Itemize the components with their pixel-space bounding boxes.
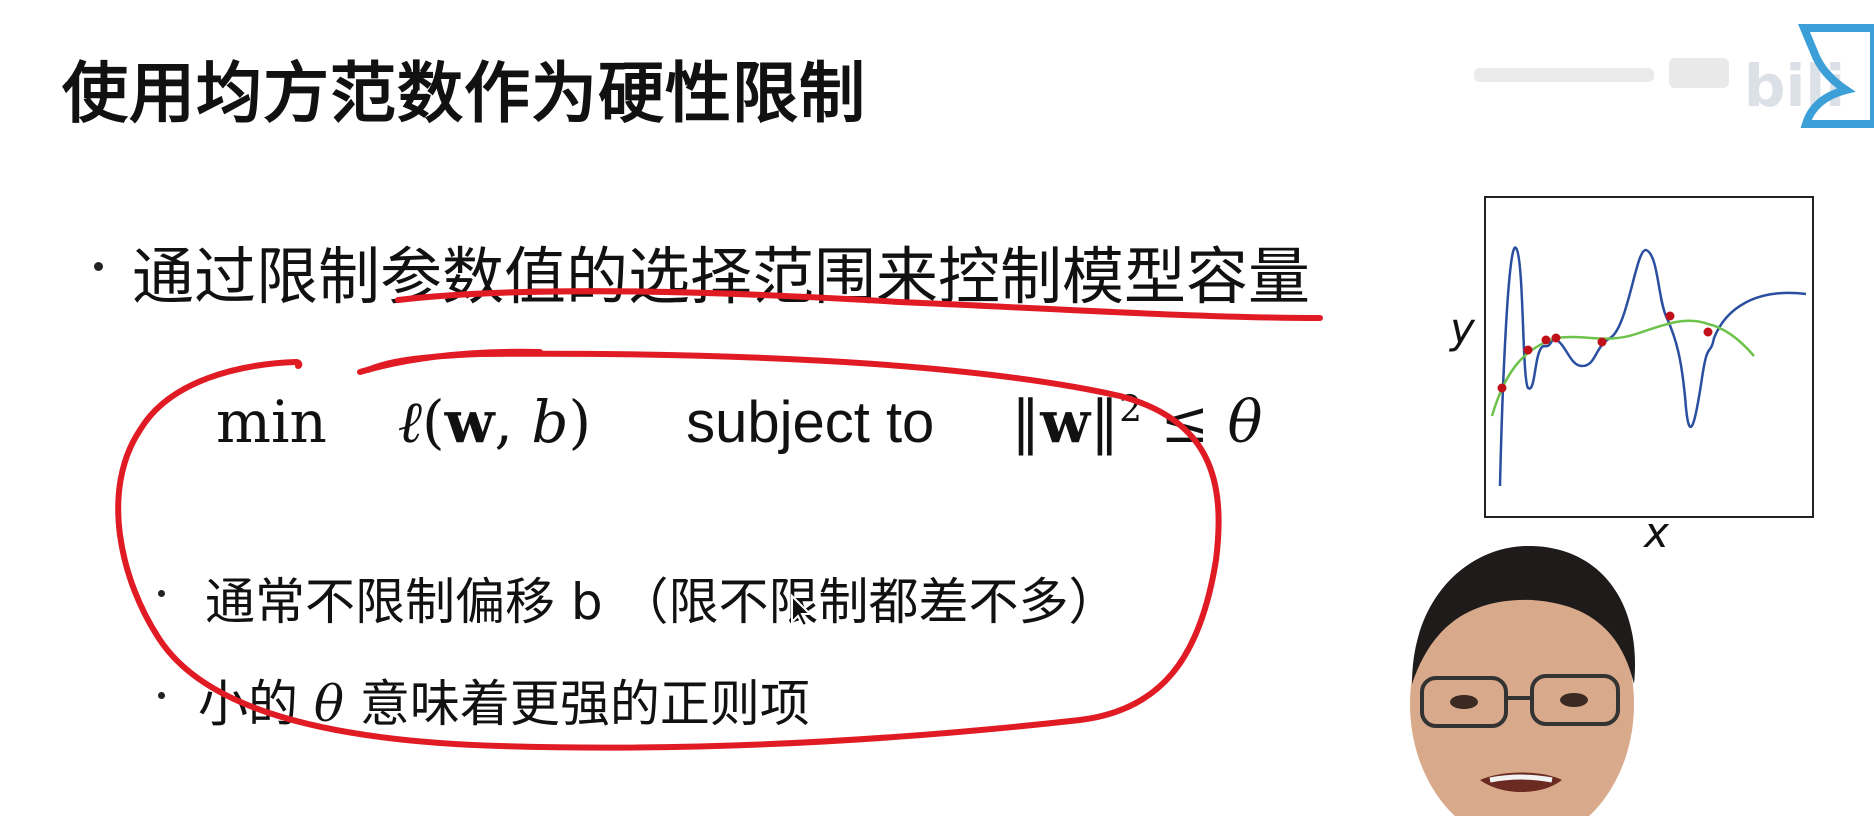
formula-subject-to: subject to xyxy=(686,390,935,455)
red-point-icon xyxy=(1497,311,1713,393)
formula-open-paren: ( xyxy=(421,388,445,456)
cursor-icon xyxy=(791,594,813,628)
svg-text:bili: bili xyxy=(1744,52,1845,120)
formula-theta: θ xyxy=(1227,388,1263,456)
formula-exponent: 2 xyxy=(1119,389,1143,431)
formula-b: b xyxy=(531,388,569,456)
formula-loss-symbol: ℓ xyxy=(397,388,422,456)
sub-bullet-1: 通常不限制偏移 b （限不限制都差不多） xyxy=(205,573,1119,631)
overfitting-plot xyxy=(1490,246,1807,487)
formula-close-paren: ) xyxy=(568,388,592,456)
slide: 使用均方范数作为硬性限制 bili 通过限制参数值的选择范围来控制模型容量 mi… xyxy=(0,0,1874,816)
formula-w: w xyxy=(444,388,495,456)
sub-bullet-dot xyxy=(158,692,165,699)
formula-comma: , xyxy=(494,388,513,456)
formula-norm-w: w xyxy=(1040,388,1091,456)
sub-bullet-2-suffix: 意味着更强的正则项 xyxy=(359,675,810,733)
overfit-curve xyxy=(1498,246,1807,487)
sub-bullet-2-prefix: 小的 xyxy=(198,675,298,733)
overfitting-graph xyxy=(1484,196,1814,518)
constraint-formula: min ℓ(w, b) subject to ‖w‖2 ≤ θ xyxy=(216,388,1262,458)
bullet-dot xyxy=(94,262,103,271)
sub-bullet-dot xyxy=(158,590,165,597)
formula-norm-open: ‖ xyxy=(1011,388,1041,456)
bilibili-logo-icon: bili xyxy=(1474,24,1874,128)
presenter-photo xyxy=(1410,545,1636,816)
sub-bullet-2: 小的 θ 意味着更强的正则项 xyxy=(198,664,810,736)
graph-y-label: y xyxy=(1450,304,1475,353)
slide-title: 使用均方范数作为硬性限制 xyxy=(62,55,866,132)
formula-min: min xyxy=(216,388,327,456)
formula-norm-close: ‖ xyxy=(1090,388,1120,456)
formula-leq: ≤ xyxy=(1160,388,1210,456)
sub-bullet-2-theta: θ xyxy=(313,675,345,733)
bullet-main-text: 通过限制参数值的选择范围来控制模型容量 xyxy=(132,240,1311,313)
